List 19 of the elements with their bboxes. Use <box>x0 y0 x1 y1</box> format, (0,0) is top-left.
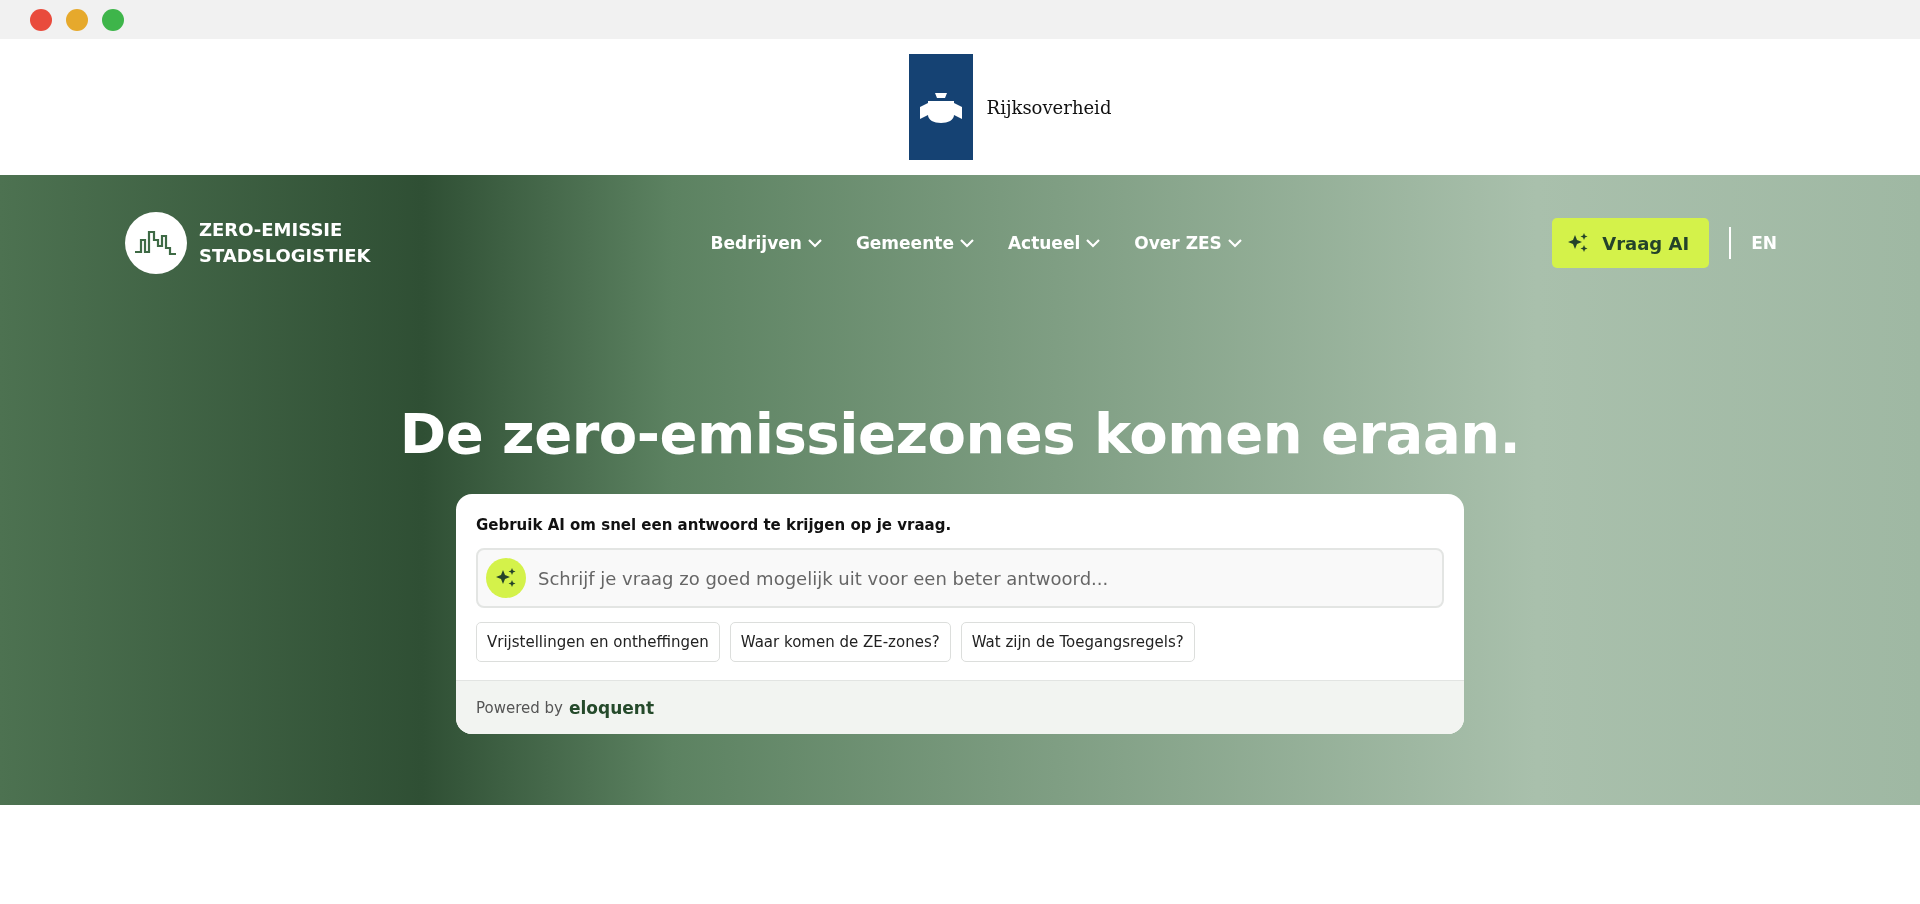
site-logo-text[interactable]: ZERO-EMISSIE STADSLOGISTIEK <box>199 217 371 269</box>
hero-title: De zero-emissiezones komen eraan. <box>399 401 1521 466</box>
window-control[interactable] <box>30 8 52 31</box>
window-control[interactable] <box>66 8 88 31</box>
chevron-down-icon <box>1227 238 1242 248</box>
government-name: Rijksoverheid <box>986 96 1112 118</box>
card-intro: Gebruik AI om snel een antwoord te krijgen op je vraag. <box>476 516 953 534</box>
nav-menu-item[interactable]: Bedrijven <box>710 233 822 253</box>
ask-ai-button[interactable]: Vraag AI <box>1552 218 1710 268</box>
window-control[interactable] <box>102 8 124 31</box>
suggestion-chip[interactable]: Waar komen de ZE-zones? <box>729 622 951 662</box>
suggestion-chip[interactable]: Wat zijn de Toegangsregels? <box>960 622 1195 662</box>
chevron-down-icon <box>807 238 822 248</box>
suggestion-chip[interactable]: Vrijstellingen en ontheffingen <box>476 622 720 662</box>
powered-by-text: Powered by <box>476 698 563 717</box>
chevron-down-icon <box>1086 238 1101 248</box>
eloquent-logo[interactable]: eloquent <box>568 697 655 718</box>
chevron-down-icon <box>959 238 974 248</box>
question-input-field[interactable]: Schrijf je vraag zo goed mogelijk uit voor een beter antwoord... <box>476 548 1444 608</box>
